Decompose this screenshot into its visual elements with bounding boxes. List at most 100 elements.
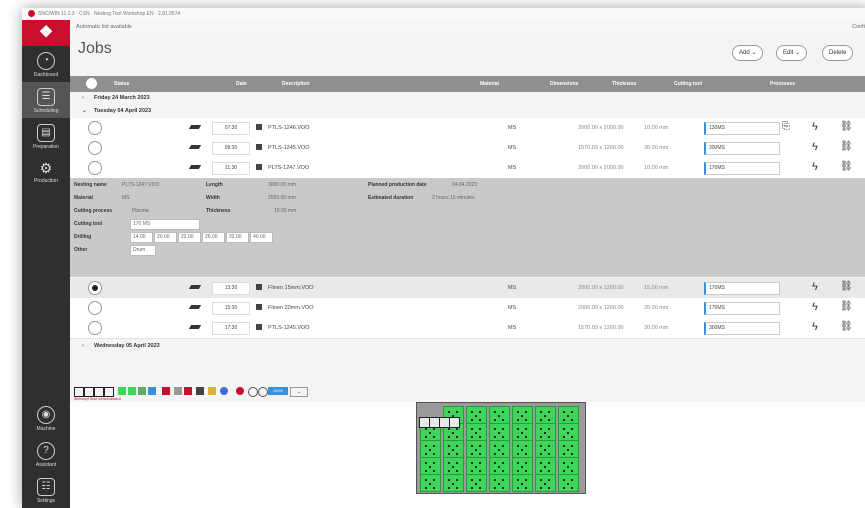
sidebar-item-dashboard[interactable]: ◔ Dashboard [22,46,70,82]
nested-part[interactable] [512,406,533,424]
select-all-radio[interactable] [86,78,97,89]
nested-part[interactable] [489,406,510,424]
sidebar-item-preparation[interactable]: ▤ Preparation [22,118,70,154]
zoom-out-icon[interactable] [248,387,258,397]
table-row[interactable]: 17:30 PTLS-1245.VOO MS 1570.03 x 1200.00… [70,318,865,339]
nested-part[interactable] [466,440,487,458]
rect-tool-icon[interactable] [84,387,94,397]
delete-button[interactable]: Delete [822,45,854,61]
row-time[interactable]: 17:30 [212,322,250,335]
table-row-selected[interactable]: 13:30 Flinen 15mm.VOO MS 2000.00 x 1200.… [70,278,865,299]
nested-part[interactable] [512,423,533,441]
select-tool-icon[interactable] [74,387,84,397]
nested-part[interactable] [466,457,487,475]
nested-part[interactable] [558,457,579,475]
nested-part[interactable] [489,440,510,458]
table-row[interactable]: 15:30 Flinen 20mm.VOO MS 2000.00 x 1200.… [70,298,865,319]
row-time[interactable]: 13:30 [212,282,250,295]
col-thickness[interactable]: Thickness [612,81,636,87]
nested-part[interactable] [489,457,510,475]
nested-part[interactable] [420,457,441,475]
group-tool-icon[interactable] [104,387,114,397]
drill-size-field[interactable]: 26.00 [202,232,225,243]
group-header[interactable]: › Friday 24 March 2023 [70,92,865,105]
nest-all-icon[interactable] [128,387,136,395]
col-date[interactable]: Date [236,81,247,87]
small-part[interactable] [449,417,460,428]
nested-part[interactable] [512,457,533,475]
nested-part[interactable] [512,440,533,458]
stop-icon[interactable] [162,387,170,395]
zoom-in-icon[interactable] [258,387,268,397]
row-time[interactable]: 09:30 [212,142,250,155]
row-cutting-tool[interactable]: 300MS [704,322,780,335]
part-tool-icon[interactable] [94,387,104,397]
zoom-level[interactable]: 100% [268,387,288,395]
table-row[interactable]: 07:30 PTLS-1246.VOO MS 3000.00 x 2000.00… [70,118,865,139]
row-cutting-tool[interactable]: 170MS [704,282,780,295]
table-icon[interactable] [196,387,204,395]
row-radio[interactable] [88,321,102,335]
nested-part[interactable] [466,406,487,424]
group-header[interactable]: › Wednesday 05 April 2023 [70,340,865,353]
nested-part[interactable] [443,440,464,458]
nested-part[interactable] [535,423,556,441]
row-time[interactable]: 15:30 [212,302,250,315]
row-radio[interactable] [88,281,102,295]
sidebar-item-machine[interactable]: ◉ Machine [22,400,70,436]
nested-part[interactable] [558,423,579,441]
row-time[interactable]: 11:30 [212,162,250,175]
table-row[interactable]: 09:30 PTLS-1245.VOO MS 1570.03 x 1200.00… [70,138,865,159]
lightning-icon[interactable] [208,387,216,395]
nested-part[interactable] [512,474,533,492]
row-time[interactable]: 07:30 [212,122,250,135]
add-button[interactable]: Add ⌄ [732,45,764,61]
info-icon[interactable] [220,387,228,395]
edit-button[interactable]: Edit ⌄ [776,45,808,61]
row-radio[interactable] [88,161,102,175]
drill-size-field[interactable]: 40.00 [250,232,273,243]
drill-size-field[interactable]: 32.00 [226,232,249,243]
col-dimensions[interactable]: Dimensions [550,81,578,87]
nested-part[interactable] [489,474,510,492]
nested-part[interactable] [558,440,579,458]
nested-part[interactable] [535,440,556,458]
cutting-tool-field[interactable]: 170 MS [130,219,200,230]
auto-nest-icon[interactable] [138,387,146,395]
nested-part[interactable] [489,423,510,441]
nested-part[interactable] [466,474,487,492]
drill-size-field[interactable]: 14.00 [130,232,153,243]
nested-part[interactable] [535,474,556,492]
sheet-plate[interactable] [416,402,586,494]
table-row[interactable]: 11:30 PLTS-1247.VOO MS 3000.00 x 2000.00… [70,158,865,179]
nested-part[interactable] [466,423,487,441]
row-radio[interactable] [88,141,102,155]
group-header[interactable]: ⌄ Tuesday 04 April 2023 [70,105,865,118]
row-cutting-tool[interactable]: 170MS [704,162,780,175]
col-cutting-tool[interactable]: Cutting tool [674,81,702,87]
sidebar-item-scheduling[interactable]: ☰ Scheduling [22,82,70,118]
nested-part[interactable] [420,474,441,492]
col-processes[interactable]: Processes [770,81,795,87]
nested-part[interactable] [443,457,464,475]
nested-part[interactable] [558,474,579,492]
remnant-icon[interactable] [184,387,192,395]
nested-part[interactable] [535,457,556,475]
sidebar-item-assistant[interactable]: ? Assistant [22,436,70,472]
col-material[interactable]: Material [480,81,499,87]
row-radio[interactable] [88,301,102,315]
col-status[interactable]: Status [114,81,129,87]
grid-icon[interactable] [174,387,182,395]
zoom-dropdown-icon[interactable]: ⌄ [290,387,308,397]
nested-part[interactable] [535,406,556,424]
row-cutting-tool[interactable]: 130MS [704,122,780,135]
row-cutting-tool[interactable]: 300MS [704,142,780,155]
nest-tool-icon[interactable] [118,387,126,395]
row-cutting-tool[interactable]: 170MS [704,302,780,315]
sidebar-item-production[interactable]: ⚙ Production [22,154,70,188]
print-icon[interactable] [148,387,156,395]
nested-part[interactable] [443,474,464,492]
nested-part[interactable] [558,406,579,424]
nested-part[interactable] [420,440,441,458]
drill-size-field[interactable]: 22.00 [178,232,201,243]
